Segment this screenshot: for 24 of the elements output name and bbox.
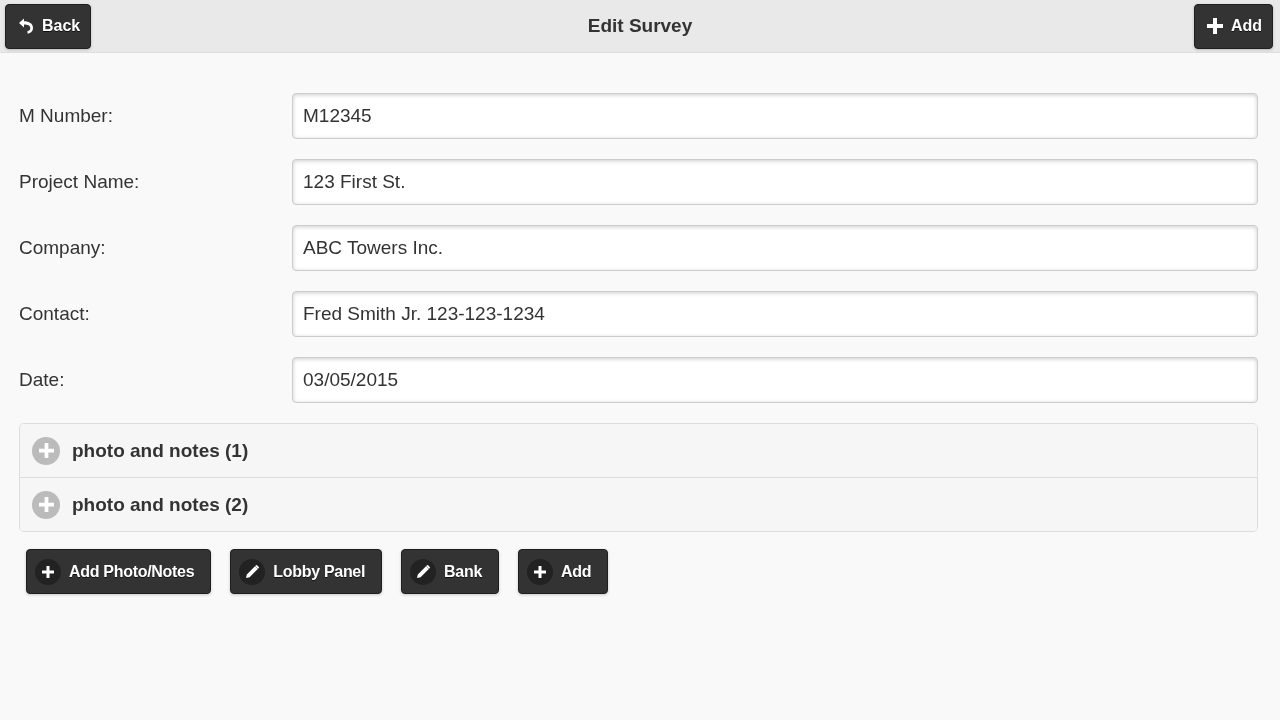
edit-button[interactable]: Lobby Panel	[230, 549, 383, 594]
back-button[interactable]: Back	[5, 3, 92, 49]
field-label: M Number:	[19, 105, 114, 127]
text-field[interactable]: ABC Towers Inc.	[292, 225, 1258, 271]
plus-icon	[42, 565, 54, 578]
add-button[interactable]: Add	[518, 549, 609, 594]
edit-button[interactable]: Bank	[401, 549, 500, 594]
undo-arrow-icon	[18, 18, 34, 34]
pencil-icon	[245, 565, 259, 578]
field-label: Company:	[19, 237, 107, 259]
pencil-icon	[416, 565, 430, 578]
text-field[interactable]: M12345	[292, 93, 1258, 139]
text-field[interactable]: 03/05/2015	[292, 357, 1258, 403]
text-field[interactable]: 123 First St.	[292, 159, 1258, 205]
plus-icon	[1206, 18, 1223, 34]
add-button[interactable]: Add Photo/Notes	[26, 549, 212, 594]
text-field[interactable]: Fred Smith Jr. 123-123-1234	[292, 291, 1258, 337]
page-title: Edit Survey	[587, 15, 693, 36]
field-label: Project Name:	[19, 171, 141, 193]
add-button[interactable]: Add	[1193, 3, 1273, 49]
collapsible-header[interactable]: photo and notes (2)	[20, 477, 1257, 531]
field-label: Contact:	[19, 303, 91, 325]
field-label: Date:	[19, 369, 66, 391]
plus-icon	[534, 565, 547, 578]
